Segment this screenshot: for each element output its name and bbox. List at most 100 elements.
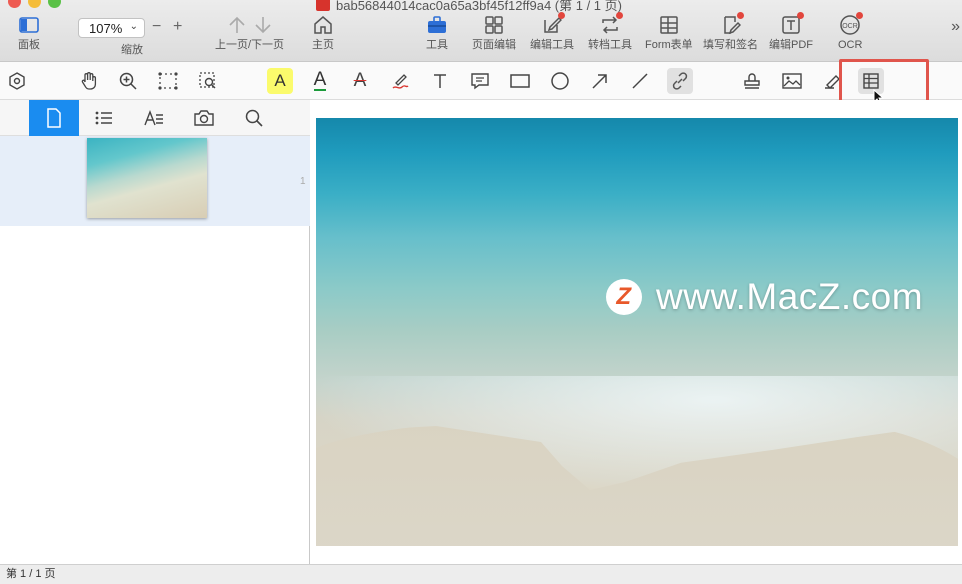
convert-tools-button[interactable]: 转档工具 [588, 12, 632, 51]
ocr-label: OCR [838, 39, 863, 51]
ocr-button[interactable]: OCR OCR [838, 12, 864, 51]
text-t-icon [434, 74, 446, 88]
prev-next-label: 上一页/下一页 [215, 39, 285, 51]
rectangle-tool-button[interactable] [507, 68, 533, 94]
form-button[interactable]: Form表单 [645, 14, 693, 51]
prev-next-arrows-icon [225, 14, 275, 36]
zoom-tool-button[interactable] [115, 68, 141, 94]
camera-icon [194, 110, 214, 126]
image-tool-button[interactable] [779, 68, 805, 94]
stamp-tool-button[interactable] [739, 68, 765, 94]
close-window-button[interactable] [8, 0, 21, 8]
rectangle-icon [510, 74, 530, 88]
hand-icon [81, 72, 97, 90]
arrow-icon [592, 74, 607, 89]
home-button[interactable]: 主页 [312, 14, 334, 51]
zoom-out-button[interactable]: − [152, 18, 161, 36]
settings-hex-button[interactable] [4, 68, 30, 94]
tab-search[interactable] [229, 100, 279, 136]
underline-text-button[interactable]: A [307, 68, 333, 94]
tab-pages[interactable] [29, 100, 79, 136]
zoom-window-button[interactable] [48, 0, 61, 8]
page-edit-button[interactable]: 页面编辑 [472, 14, 516, 51]
sidebar-panel-icon [18, 14, 40, 36]
zoom-value: 107% [89, 20, 123, 36]
grid-four-icon [483, 14, 505, 36]
signature-tool-button[interactable] [819, 68, 845, 94]
annotation-toolbar: A A A [0, 62, 962, 100]
highlight-text-button[interactable]: A [267, 68, 293, 94]
tab-outline[interactable] [79, 100, 129, 136]
watermark-logo: Z [606, 279, 642, 315]
home-icon [312, 14, 334, 36]
edit-pdf-label: 编辑PDF [769, 39, 813, 51]
tools-label: 工具 [426, 39, 448, 51]
area-search-icon [199, 72, 216, 89]
notification-dot [856, 12, 864, 19]
page-indicator: 第 1 / 1 页 [6, 568, 56, 580]
line-tool-button[interactable] [627, 68, 653, 94]
tab-snapshot[interactable] [179, 100, 229, 136]
signature-pen-icon [825, 75, 840, 89]
edit-pencil-icon [541, 12, 565, 36]
notification-dot [797, 12, 804, 19]
ellipse-tool-button[interactable] [547, 68, 573, 94]
text-box-icon [780, 12, 804, 36]
page-thumbnail[interactable] [87, 138, 207, 218]
zoom-label: 缩放 [121, 44, 143, 56]
watermark: Z www.MacZ.com [606, 276, 923, 318]
edit-tools-button[interactable]: 编辑工具 [530, 12, 574, 51]
zoom-in-button[interactable]: + [173, 18, 182, 36]
toolbox-icon [426, 14, 448, 36]
hand-tool-button[interactable] [76, 68, 102, 94]
tab-annotations[interactable] [129, 100, 179, 136]
strikethrough-icon: A [353, 70, 367, 91]
thumbnail-page-number: 1 [300, 176, 306, 187]
thumbnail-row-selected[interactable]: 1 [0, 136, 310, 226]
link-icon [672, 72, 688, 90]
sidebar-tabs [0, 100, 310, 136]
page-icon [47, 108, 61, 128]
strikethrough-text-button[interactable]: A [347, 68, 373, 94]
zoom-select[interactable]: 107% ⌄ [78, 18, 145, 38]
window-title: bab56844014cac0a65a3bf45f12ff9a4 (第 1 / … [316, 0, 622, 13]
thumbnail-sidebar: 1 [0, 100, 310, 564]
home-label: 主页 [312, 39, 334, 51]
table-icon [863, 73, 879, 89]
svg-text:OCR: OCR [842, 23, 858, 30]
search-icon [245, 109, 263, 127]
image-icon [782, 73, 802, 89]
hexagon-settings-icon [9, 72, 25, 90]
notification-dot [736, 12, 744, 19]
marquee-select-button[interactable] [155, 68, 181, 94]
tools-button[interactable]: 工具 [426, 14, 448, 51]
convert-tools-label: 转档工具 [588, 39, 632, 51]
pdf-file-icon [316, 0, 330, 11]
signature-pen-icon [720, 12, 744, 36]
edit-pdf-button[interactable]: 编辑PDF [769, 12, 813, 51]
document-view[interactable]: Z www.MacZ.com [311, 100, 962, 564]
more-tools-button[interactable]: » [951, 18, 960, 36]
page-edit-label: 页面编辑 [472, 39, 516, 51]
convert-arrows-icon [599, 12, 623, 36]
area-search-button[interactable] [195, 68, 221, 94]
fill-sign-label: 填写和签名 [703, 39, 758, 51]
note-tool-button[interactable] [467, 68, 493, 94]
prev-next-page-control[interactable]: 上一页/下一页 [215, 14, 284, 51]
fill-sign-button[interactable]: 填写和签名 [703, 12, 758, 51]
annotation-list-icon [144, 110, 163, 126]
status-bar: 第 1 / 1 页 [0, 564, 962, 584]
form-label: Form表单 [645, 39, 693, 51]
freehand-pen-button[interactable] [387, 68, 413, 94]
panel-label: 面板 [18, 39, 40, 51]
window-title-text: bab56844014cac0a65a3bf45f12ff9a4 (第 1 / … [336, 0, 622, 13]
minimize-window-button[interactable] [28, 0, 41, 8]
arrow-tool-button[interactable] [587, 68, 613, 94]
link-tool-button[interactable] [667, 68, 693, 94]
line-icon [632, 73, 648, 89]
notification-dot [558, 12, 565, 19]
pdf-page-image[interactable]: Z www.MacZ.com [316, 118, 958, 546]
ocr-icon: OCR [839, 12, 864, 36]
text-tool-button[interactable] [427, 68, 453, 94]
panel-button[interactable]: 面板 [18, 14, 40, 51]
